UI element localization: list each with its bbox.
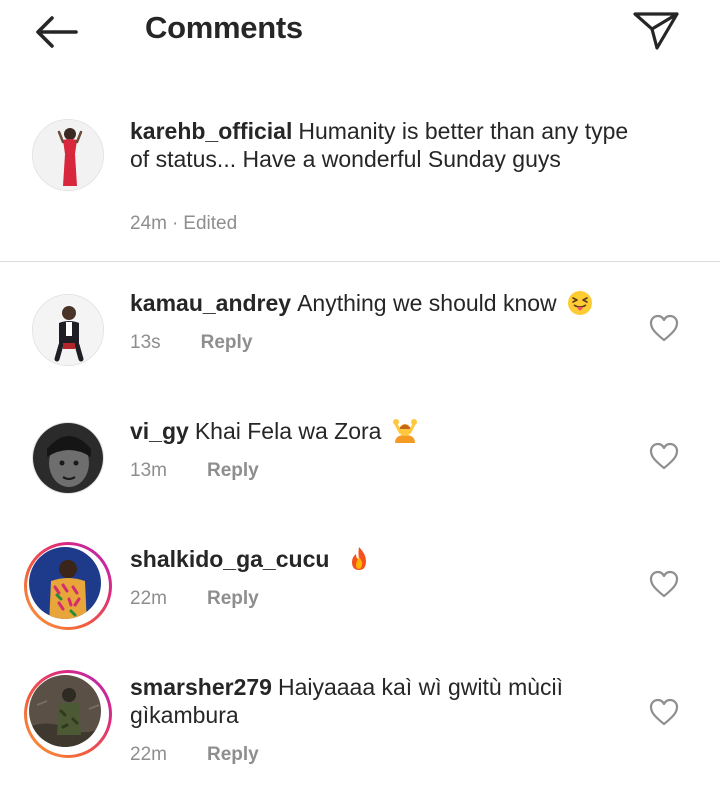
avatar[interactable] — [29, 547, 101, 619]
caption-time: 24m — [130, 213, 167, 234]
like-button[interactable] — [648, 441, 680, 471]
comment-meta: 22m Reply — [130, 588, 259, 610]
comment-username[interactable]: vi_gy — [130, 418, 189, 444]
fire-emoji — [351, 547, 366, 570]
back-button[interactable] — [30, 12, 82, 52]
like-button[interactable] — [648, 697, 680, 727]
comment-body: Khai Fela wa Zora — [194, 418, 382, 444]
comment-text: vi_gy Khai Fela wa Zora — [130, 417, 630, 445]
comment-time: 13m — [130, 460, 167, 481]
heart-icon — [649, 570, 679, 598]
heart-icon — [649, 314, 679, 342]
reply-button[interactable]: Reply — [207, 460, 259, 481]
share-button[interactable] — [630, 8, 682, 54]
like-button[interactable] — [648, 569, 680, 599]
story-ring[interactable] — [24, 670, 112, 758]
caption-divider — [0, 261, 720, 262]
comment-item: shalkido_ga_cucu 22m Reply — [0, 539, 720, 667]
reply-button[interactable]: Reply — [207, 744, 259, 765]
comment-meta: 13m Reply — [130, 460, 259, 482]
reply-button[interactable]: Reply — [207, 588, 259, 609]
comment-time: 22m — [130, 588, 167, 609]
header-bar: Comments — [0, 0, 720, 62]
comment-text: smarsher279 Haiyaaaa kaì wì gwitù mùciì g… — [130, 673, 630, 729]
heart-icon — [649, 698, 679, 726]
avatar[interactable] — [32, 422, 104, 494]
comment-time: 13s — [130, 332, 161, 353]
comment-text: shalkido_ga_cucu — [130, 545, 630, 573]
comment-username[interactable]: shalkido_ga_cucu — [130, 546, 329, 572]
arrow-left-icon — [36, 16, 78, 48]
page-title: Comments — [145, 10, 303, 45]
avatar[interactable] — [29, 675, 101, 747]
comment-body: Anything we should know — [297, 290, 557, 316]
comment-meta: 22m Reply — [130, 744, 259, 766]
comment-meta: 13s Reply — [130, 332, 252, 354]
edited-label: Edited — [183, 213, 238, 234]
avatar[interactable] — [32, 119, 104, 191]
post-caption: karehb_official Humanity is better than a… — [0, 100, 720, 262]
comment-username[interactable]: smarsher279 — [130, 674, 272, 700]
avatar[interactable] — [32, 294, 104, 366]
caption-text: karehb_official Humanity is better than a… — [130, 117, 630, 173]
comment-time: 22m — [130, 744, 167, 765]
comment-username[interactable]: kamau_andrey — [130, 290, 291, 316]
meta-separator: · — [171, 213, 179, 234]
comment-item: smarsher279 Haiyaaaa kaì wì gwitù mùciì g… — [0, 667, 720, 792]
story-ring[interactable] — [24, 542, 112, 630]
caption-meta: 24m · Edited — [130, 213, 237, 235]
paper-plane-icon — [633, 12, 679, 50]
comment-item: vi_gy Khai Fela wa Zora 13m Reply — [0, 411, 720, 539]
comment-text: kamau_andrey Anything we should know — [130, 289, 630, 317]
caption-username[interactable]: karehb_official — [130, 118, 292, 144]
comment-item: kamau_andrey Anything we should know 13s R… — [0, 283, 720, 411]
like-button[interactable] — [648, 313, 680, 343]
reply-button[interactable]: Reply — [201, 332, 253, 353]
person-gesturing-ok-emoji — [392, 419, 417, 443]
squinting-tongue-emoji — [568, 291, 593, 315]
heart-icon — [649, 442, 679, 470]
